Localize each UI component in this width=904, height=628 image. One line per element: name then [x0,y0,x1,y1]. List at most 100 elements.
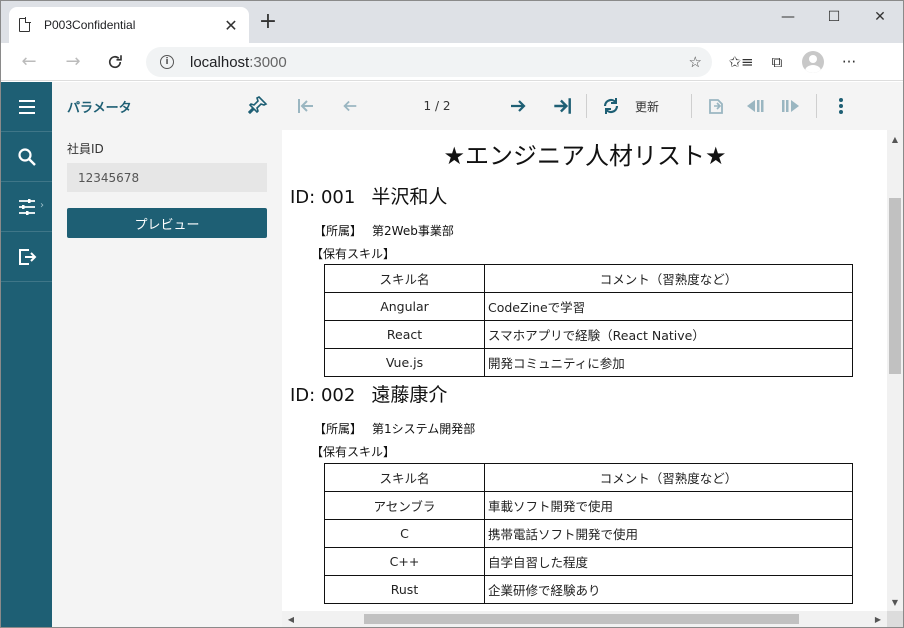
browser-window: P003Confidential ✕ + — ☐ ✕ ← → i localho… [0,0,904,628]
table-header-row: スキル名 コメント（習熟度など） [324,463,853,492]
collections-icon[interactable]: ⧉ [759,46,795,78]
table-row: React スマホアプリで経験（React Native） [324,320,853,349]
address-bar[interactable]: i localhost:3000 ☆ [146,47,712,77]
column-header-comment: コメント（習熟度など） [484,463,853,492]
employee-name: 遠藤康介 [371,384,448,406]
forward-icon[interactable]: → [57,46,89,78]
export-icon[interactable] [1,232,52,282]
skills-table: スキル名 コメント（習熟度など） Angular CodeZineで学習 Rea… [324,264,853,377]
hamburger-menu-icon[interactable] [1,82,52,132]
skills-table: スキル名 コメント（習熟度など） アセンブラ 車載ソフト開発で使用 C 携帯電話… [324,463,853,604]
department-value: 第2Web事業部 [372,224,454,238]
close-window-icon[interactable]: ✕ [857,1,903,33]
scroll-up-icon[interactable]: ▲ [887,132,903,146]
back-icon[interactable]: ← [13,46,45,78]
employee-name: 半沢和人 [371,186,448,208]
browser-toolbar: ← → i localhost:3000 ☆ ✩≡ ⧉ ··· [1,43,903,81]
employee-id: ID: 001 [290,187,356,208]
parameters-icon[interactable]: › [1,182,52,232]
favorites-icon[interactable]: ✩≡ [723,46,759,78]
column-header-skill: スキル名 [324,264,485,293]
table-row: Rust 企業研修で経験あり [324,575,853,604]
url-port: :3000 [249,53,287,71]
preview-button[interactable]: プレビュー [67,208,267,238]
table-row: アセンブラ 車載ソフト開発で使用 [324,491,853,520]
more-options-icon[interactable] [825,90,857,122]
skill-cell: Angular [324,292,485,321]
employee-id: ID: 002 [290,385,356,406]
toolbar-divider [691,94,693,118]
comment-cell: 企業研修で経験あり [484,575,853,604]
more-menu-icon[interactable]: ··· [831,46,867,78]
parameter-panel-header: パラメータ [52,82,282,130]
url-host: localhost [190,53,250,71]
table-row: C++ 自学自習した程度 [324,547,853,576]
department-label: 【所属】 [314,224,363,238]
toolbar-divider [816,94,818,118]
comment-cell: スマホアプリで経験（React Native） [484,320,853,349]
page-icon [19,17,31,32]
window-controls: — ☐ ✕ [765,1,903,33]
skill-cell: C [324,519,485,548]
browser-tab[interactable]: P003Confidential ✕ [9,7,249,43]
employee-header: ID: 001 半沢和人 [290,182,447,209]
horizontal-scroll-thumb[interactable] [364,614,799,624]
search-icon[interactable] [1,132,52,182]
department-line: 【所属】 第2Web事業部 [314,222,454,239]
close-tab-icon[interactable]: ✕ [223,16,239,35]
comment-cell: 自学自習した程度 [484,547,853,576]
comment-cell: 開発コミュニティに参加 [484,348,853,377]
toolbar-divider [586,94,587,118]
refresh-button-label[interactable]: 更新 [635,98,659,115]
last-page-icon[interactable] [546,90,578,122]
employee-id-input[interactable]: 12345678 [67,163,267,192]
next-page-icon[interactable] [502,90,534,122]
first-page-icon[interactable] [290,90,322,122]
table-row: Angular CodeZineで学習 [324,292,853,321]
vertical-scroll-thumb[interactable] [889,198,901,374]
column-header-skill: スキル名 [324,463,485,492]
table-header-row: スキル名 コメント（習熟度など） [324,264,853,293]
department-value: 第1システム開発部 [372,422,476,436]
minimize-icon[interactable]: — [765,1,811,33]
app-side-rail: › [1,82,52,627]
skill-cell: Vue.js [324,348,485,377]
new-tab-icon[interactable]: + [257,11,279,33]
chevron-right-icon: › [40,200,44,211]
export-document-icon[interactable] [700,90,732,122]
reload-icon[interactable] [99,46,131,78]
horizontal-scrollbar[interactable]: ◀ ▶ [282,611,887,627]
site-info-icon[interactable]: i [160,55,174,69]
parameter-panel: パラメータ 社員ID 12345678 プレビュー [52,82,282,627]
skills-label: 【保有スキル】 [311,445,396,459]
profile-avatar[interactable] [802,51,824,73]
scroll-left-icon[interactable]: ◀ [284,611,298,627]
table-row: Vue.js 開発コミュニティに参加 [324,348,853,377]
add-favorite-icon[interactable]: ☆ [689,53,702,71]
comment-cell: 車載ソフト開発で使用 [484,491,853,520]
maximize-icon[interactable]: ☐ [811,1,857,33]
scroll-down-icon[interactable]: ▼ [887,595,903,609]
comment-cell: 携帯電話ソフト開発で使用 [484,519,853,548]
page-indicator: 1 / 2 [423,99,451,113]
next-section-icon[interactable] [776,90,808,122]
previous-page-icon[interactable] [334,90,366,122]
skill-cell: C++ [324,547,485,576]
report-title: ★エンジニア人材リスト★ [443,142,727,170]
previous-section-icon[interactable] [738,90,770,122]
comment-cell: CodeZineで学習 [484,292,853,321]
pin-icon[interactable] [247,95,270,118]
column-header-comment: コメント（習熟度など） [484,264,853,293]
scroll-right-icon[interactable]: ▶ [871,611,885,627]
url-text: localhost:3000 [190,54,689,71]
employee-id-label: 社員ID [67,142,104,156]
tab-title: P003Confidential [44,18,136,32]
scrollbar-corner [887,611,903,627]
department-label: 【所属】 [314,422,363,436]
vertical-scrollbar[interactable]: ▲ ▼ [887,130,903,611]
refresh-icon[interactable] [595,90,627,122]
browser-actions: ✩≡ ⧉ ··· [723,43,867,81]
parameter-panel-title: パラメータ [67,100,132,116]
employee-header: ID: 002 遠藤康介 [290,380,447,407]
viewer-toolbar: 1 / 2 更新 [282,82,903,130]
